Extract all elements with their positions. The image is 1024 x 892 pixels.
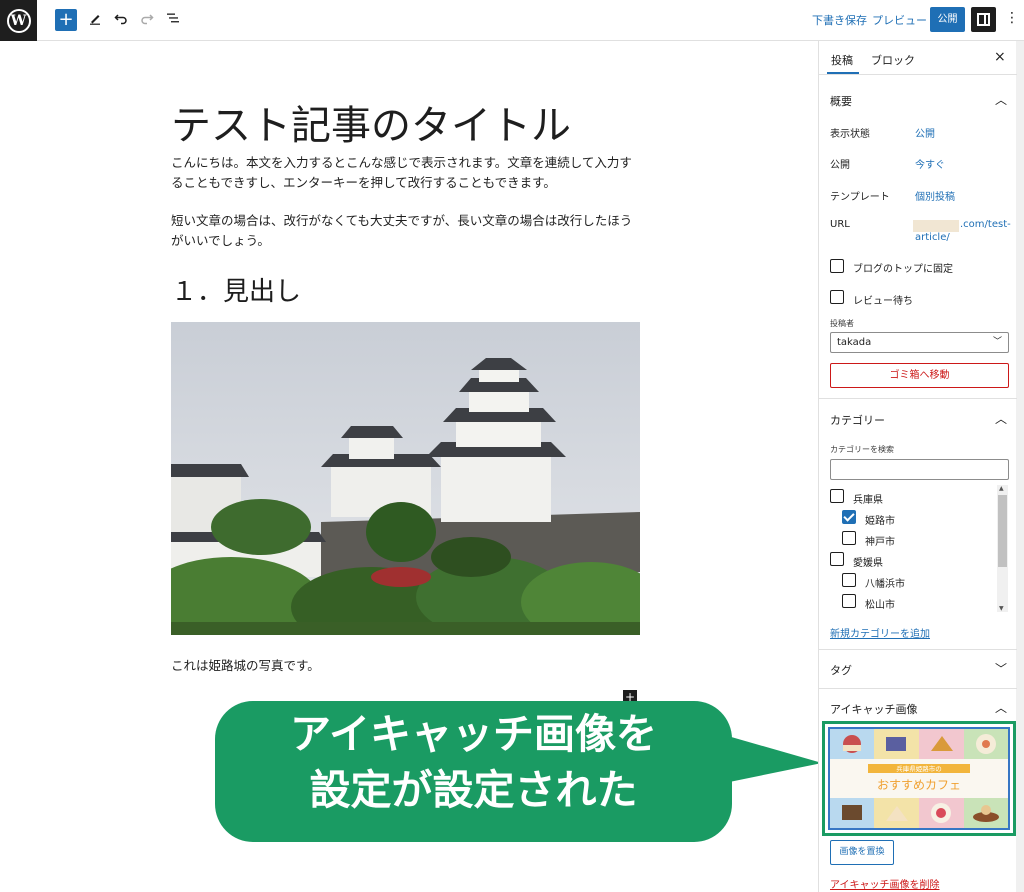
featured-image-thumbnail[interactable]: 兵庫県姫路市の おすすめカフェ xyxy=(828,727,1010,830)
add-category-link[interactable]: 新規カテゴリーを追加 xyxy=(830,625,930,640)
more-options-icon[interactable]: ⋮ xyxy=(1005,10,1019,26)
post-title[interactable]: テスト記事のタイトル xyxy=(171,93,571,151)
callout-line-1: アイキャッチ画像を xyxy=(290,710,657,758)
scroll-down-icon[interactable]: ▼ xyxy=(999,605,1004,612)
url-value-2[interactable]: article/ xyxy=(915,232,950,243)
category-label-himeji: 姫路市 xyxy=(865,516,895,527)
category-checkbox-yawatahama[interactable] xyxy=(842,573,856,587)
category-label-yawatahama: 八幡浜市 xyxy=(865,579,905,590)
category-checkbox-kobe[interactable] xyxy=(842,531,856,545)
chevron-up-icon: ︿ xyxy=(995,701,1008,715)
featured-image-highlight: 兵庫県姫路市の おすすめカフェ xyxy=(822,721,1016,836)
close-icon[interactable]: × xyxy=(994,49,1006,65)
wordpress-logo-mark: W xyxy=(6,8,31,33)
featured-image-title: アイキャッチ画像 xyxy=(830,703,918,716)
undo-icon[interactable] xyxy=(110,9,132,31)
category-search-label: カテゴリーを検索 xyxy=(830,445,894,454)
publish-value[interactable]: 今すぐ xyxy=(915,156,945,171)
categories-title: カテゴリー xyxy=(830,414,885,427)
category-label-matsuyama: 松山市 xyxy=(865,600,895,611)
divider xyxy=(819,398,1017,399)
document-overview-icon[interactable] xyxy=(162,9,184,31)
redo-icon[interactable] xyxy=(136,9,158,31)
sticky-checkbox[interactable] xyxy=(830,259,844,273)
url-redacted-mask xyxy=(913,220,959,232)
author-select[interactable]: takada ﹀ xyxy=(830,332,1009,353)
visibility-label: 表示状態 xyxy=(830,129,870,140)
summary-panel-header[interactable]: 概要 ︿ xyxy=(819,81,1017,119)
chevron-up-icon: ︿ xyxy=(995,412,1008,426)
category-checkbox-ehime[interactable] xyxy=(830,552,844,566)
author-value: takada xyxy=(837,337,872,348)
settings-sidebar: 投稿 ブロック × 概要 ︿ 表示状態 公開 公開 今すぐ テンプレート 個別投… xyxy=(818,41,1017,892)
remove-featured-image-link[interactable]: アイキャッチ画像を削除 xyxy=(830,876,940,891)
category-checkbox-himeji[interactable] xyxy=(842,510,856,524)
save-draft-button[interactable]: 下書き保存 xyxy=(812,12,867,28)
category-label-kobe: 神戸市 xyxy=(865,537,895,548)
visibility-value[interactable]: 公開 xyxy=(915,125,935,140)
replace-image-button[interactable]: 画像を置換 xyxy=(830,840,894,865)
author-label: 投稿者 xyxy=(830,319,854,328)
paragraph-block-2[interactable]: 短い文章の場合は、改行がなくても大丈夫ですが、長い文章の場合は改行したほうがいい… xyxy=(171,211,641,251)
url-value-1[interactable]: .com/test- xyxy=(960,219,1011,230)
sidebar-scrollbar[interactable] xyxy=(1016,41,1024,892)
tab-post[interactable]: 投稿 xyxy=(827,52,859,74)
castle-photo-image-block[interactable] xyxy=(171,322,640,635)
callout-line-2: 設定が設定された xyxy=(309,766,638,814)
category-label-ehime: 愛媛県 xyxy=(853,558,883,569)
category-checkbox-hyogo[interactable] xyxy=(830,489,844,503)
add-block-button[interactable]: + xyxy=(55,9,77,31)
image-caption[interactable]: これは姫路城の写真です。 xyxy=(171,655,320,674)
banner-big-text: おすすめカフェ xyxy=(877,778,961,792)
publish-button[interactable]: 公開 xyxy=(930,7,965,32)
template-label: テンプレート xyxy=(830,192,890,203)
category-search-input[interactable] xyxy=(830,459,1009,480)
banner-small-text: 兵庫県姫路市の xyxy=(896,764,942,773)
scrollbar-thumb[interactable] xyxy=(998,495,1007,567)
category-label-hyogo: 兵庫県 xyxy=(853,495,883,506)
editor-toolbar: W + 下書き保存 プレビュー 公開 ⋮ xyxy=(0,0,1024,41)
publish-label: 公開 xyxy=(830,160,850,171)
settings-panel-toggle-icon[interactable] xyxy=(971,7,996,32)
chevron-down-icon: ﹀ xyxy=(995,662,1008,676)
category-list-scrollbar[interactable]: ▲ ▼ xyxy=(997,485,1008,612)
move-to-trash-button[interactable]: ゴミ箱へ移動 xyxy=(830,363,1009,388)
chevron-up-icon: ︿ xyxy=(995,93,1008,107)
wordpress-logo-icon[interactable]: W xyxy=(0,0,37,41)
sidebar-tabs: 投稿 ブロック × xyxy=(819,41,1017,75)
pending-review-label: レビュー待ち xyxy=(853,296,913,307)
pending-review-checkbox[interactable] xyxy=(830,290,844,304)
paragraph-block-1[interactable]: こんにちは。本文を入力するとこんな感じで表示されます。文章を連続して入力すること… xyxy=(171,153,641,193)
categories-panel-header[interactable]: カテゴリー ︿ xyxy=(819,400,1017,438)
callout-text: アイキャッチ画像を 設定が設定された xyxy=(215,706,732,818)
summary-title: 概要 xyxy=(830,95,852,108)
tags-title: タグ xyxy=(830,664,852,677)
heading-block[interactable]: １．見出し xyxy=(171,271,301,308)
category-checkbox-matsuyama[interactable] xyxy=(842,594,856,608)
url-label: URL xyxy=(830,219,850,230)
template-value[interactable]: 個別投稿 xyxy=(915,188,955,203)
chevron-down-icon: ﹀ xyxy=(992,337,1002,347)
sticky-label: ブログのトップに固定 xyxy=(853,264,953,275)
tab-block[interactable]: ブロック xyxy=(871,52,915,68)
preview-button[interactable]: プレビュー xyxy=(872,12,927,28)
scroll-up-icon[interactable]: ▲ xyxy=(999,485,1004,492)
edit-tool-icon[interactable] xyxy=(84,9,106,31)
tags-panel-header[interactable]: タグ ﹀ xyxy=(819,650,1017,688)
